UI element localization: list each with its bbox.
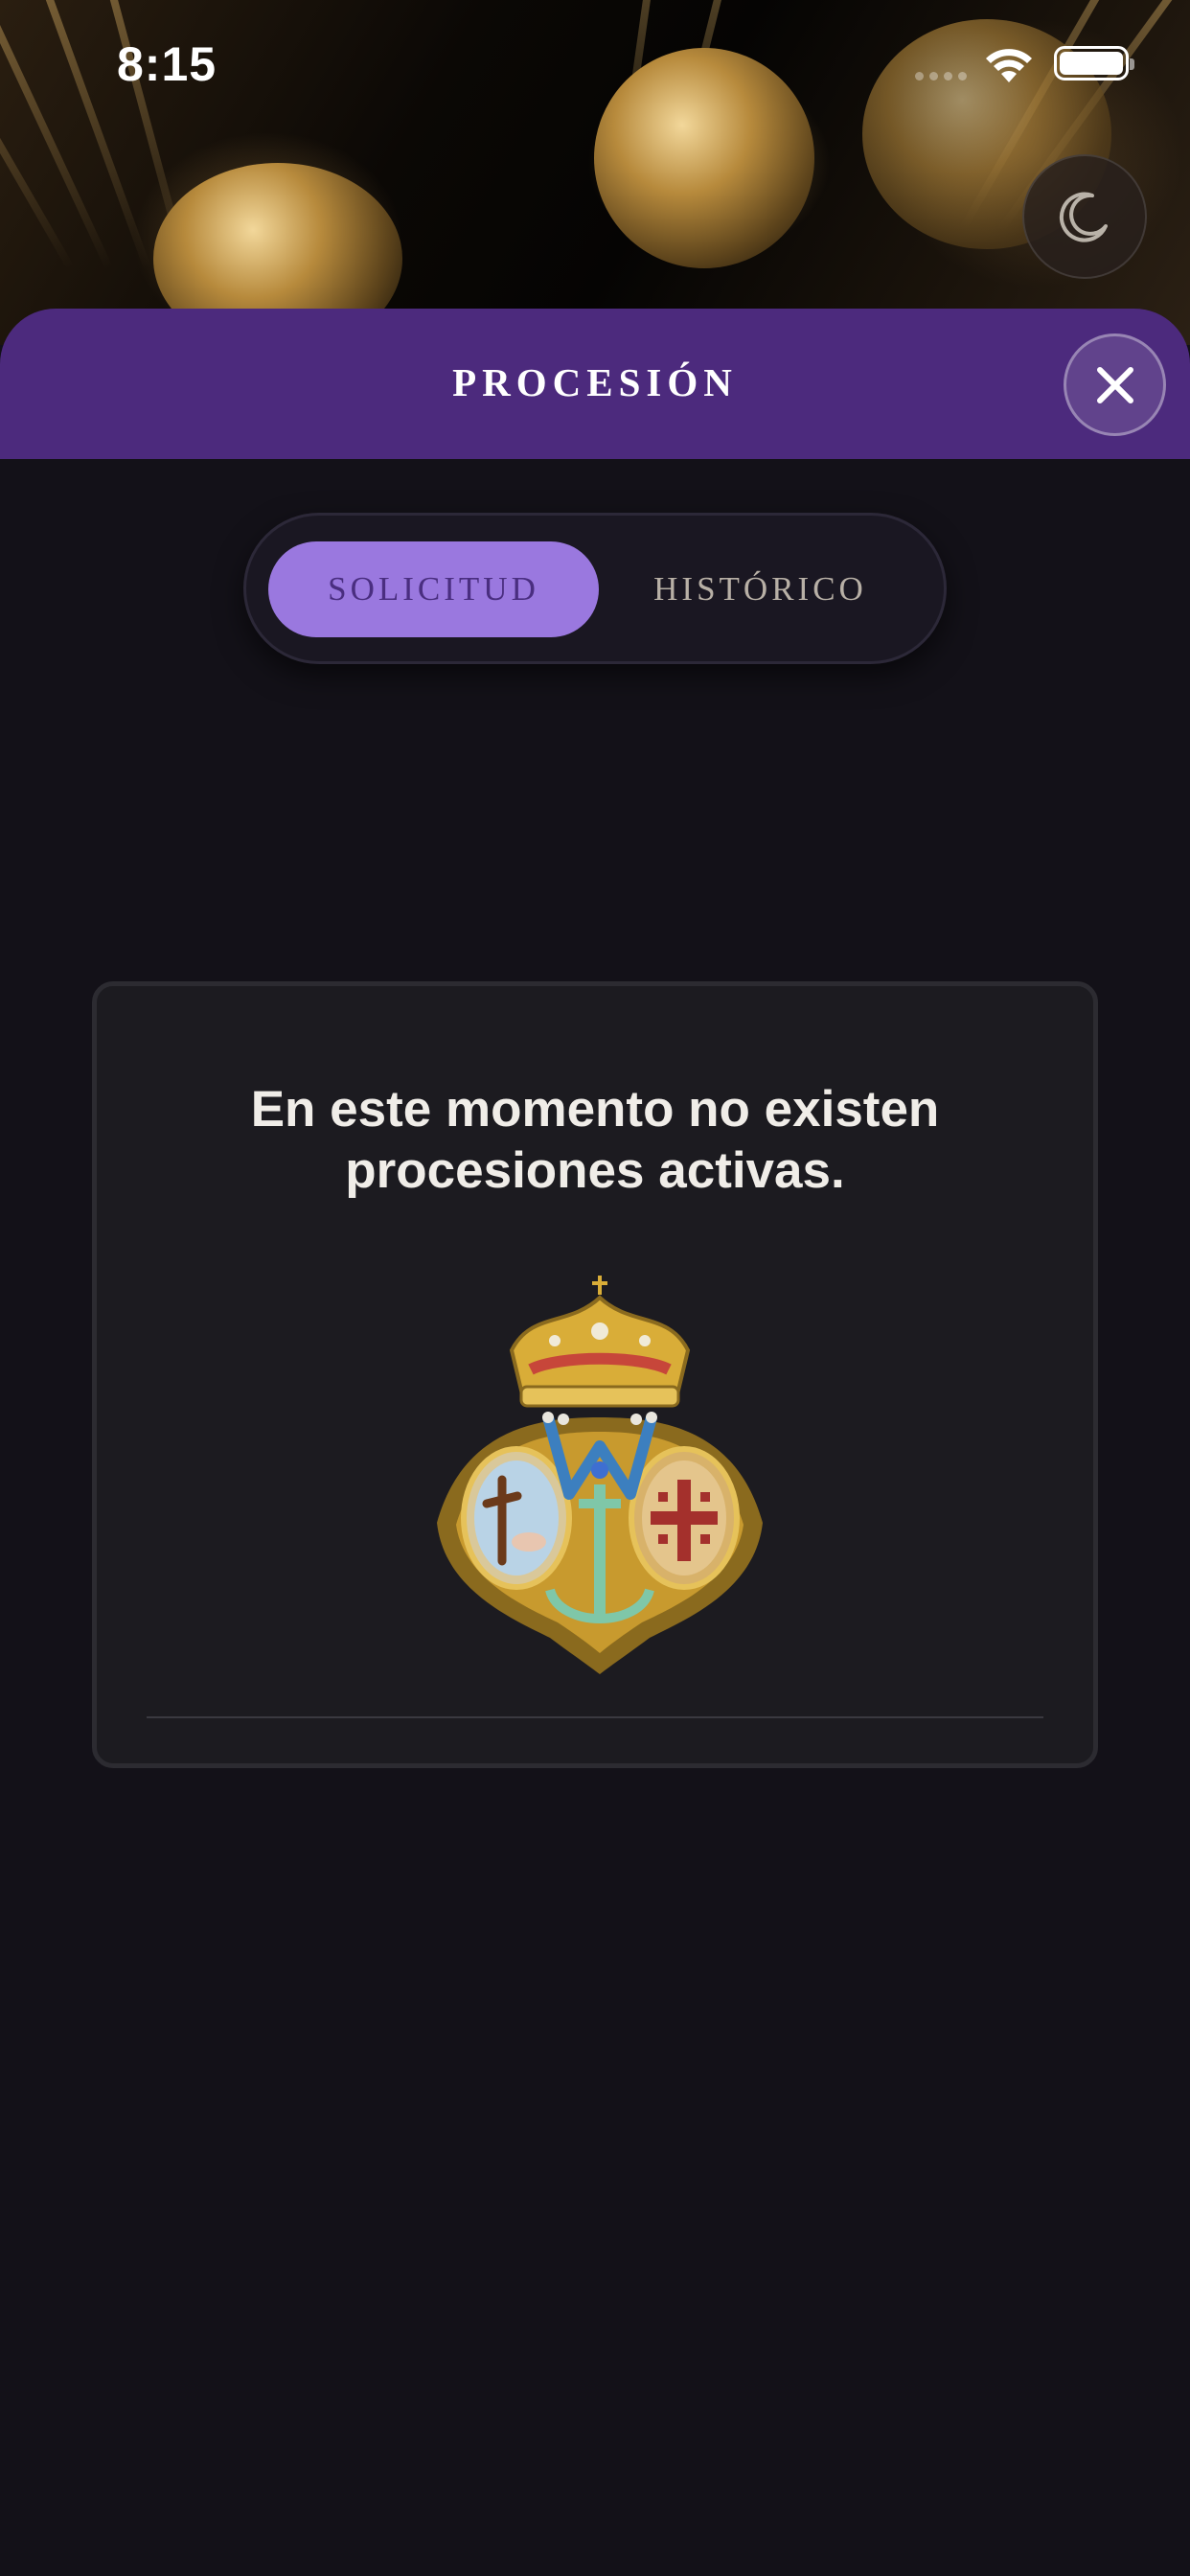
page-title: PROCESIÓN <box>452 360 738 404</box>
cellular-signal-icon <box>915 72 967 80</box>
tab-historico[interactable]: HISTÓRICO <box>595 541 926 637</box>
moon-icon <box>1059 192 1108 242</box>
empty-state-card: En este momento no existen procesiones a… <box>92 981 1098 1768</box>
battery-icon <box>1054 46 1134 80</box>
wifi-icon <box>986 49 1032 82</box>
segmented-control: SOLICITUD HISTÓRICO <box>243 513 947 664</box>
close-icon <box>1096 366 1133 403</box>
empty-state-message: En este momento no existen procesiones a… <box>250 1081 940 1199</box>
theme-toggle-button[interactable] <box>1022 154 1147 279</box>
brotherhood-crest-icon <box>437 1276 763 1674</box>
status-time: 8:15 <box>117 37 217 91</box>
sheet-header: PROCESIÓN <box>0 309 1190 459</box>
close-button[interactable] <box>1064 334 1166 436</box>
status-bar: 8:15 <box>0 0 1190 134</box>
tab-solicitud[interactable]: SOLICITUD <box>268 541 599 637</box>
card-divider <box>147 1716 1043 1718</box>
